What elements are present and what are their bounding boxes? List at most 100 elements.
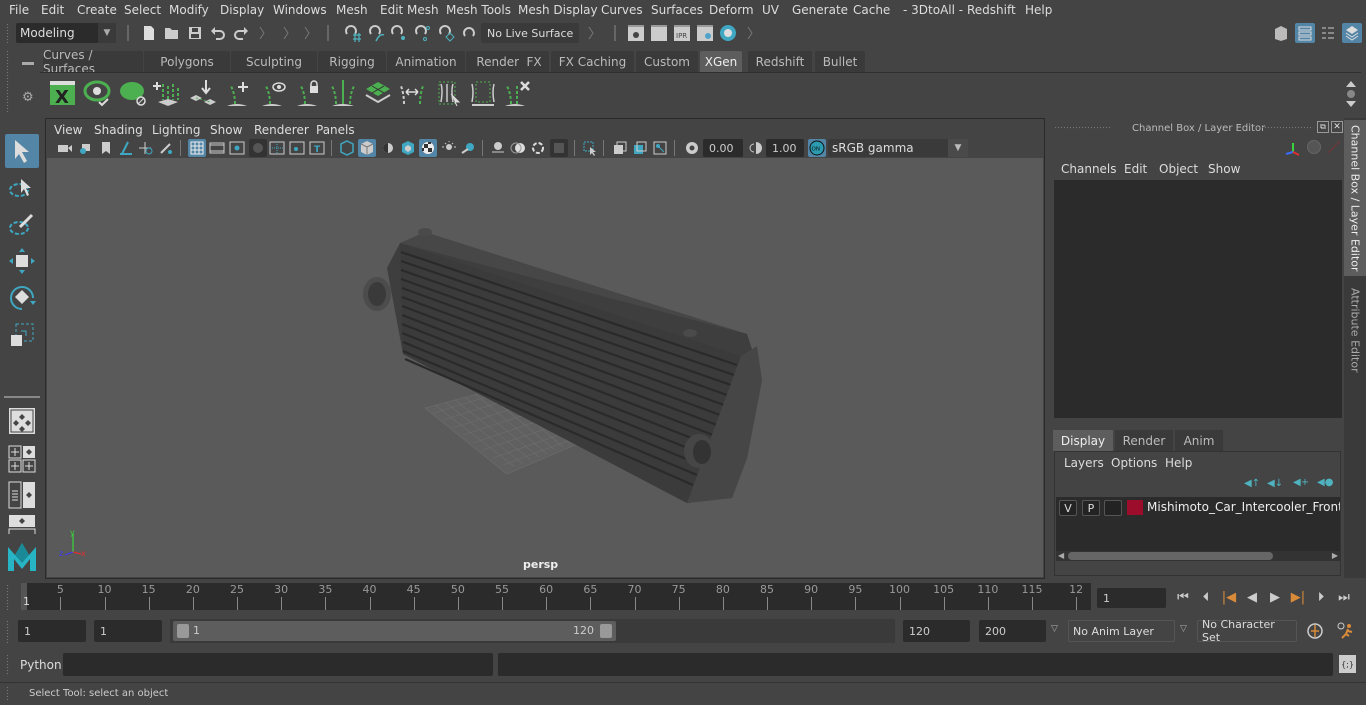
outliner-persp-layout-icon[interactable] xyxy=(5,478,39,512)
layer-color-swatch[interactable] xyxy=(1127,500,1143,515)
menu-help[interactable]: Help xyxy=(1025,3,1052,17)
gamma-field[interactable]: 1.00 xyxy=(766,139,804,157)
lasso-tool-icon[interactable] xyxy=(5,172,39,206)
new-scene-icon[interactable] xyxy=(140,24,158,42)
shelf-tab-fx[interactable]: FX xyxy=(519,51,549,72)
gate-mask-icon[interactable] xyxy=(249,139,267,157)
exposure-field[interactable]: 0.00 xyxy=(703,139,743,157)
xgen-editor-icon[interactable]: X xyxy=(48,78,78,108)
channels-menu[interactable]: Channels xyxy=(1061,162,1117,176)
render-current-frame-icon[interactable] xyxy=(627,24,645,42)
shelf-tab-custom[interactable]: Custom xyxy=(636,51,698,72)
shelf-tab-fx-caching[interactable]: FX Caching xyxy=(551,51,634,72)
channel-box-toggle-icon[interactable] xyxy=(1342,23,1362,43)
drag-handle[interactable] xyxy=(1054,126,1112,130)
collapse-arrow[interactable] xyxy=(258,25,266,41)
live-surface-field[interactable]: No Live Surface xyxy=(481,23,579,43)
motion-blur-icon[interactable] xyxy=(510,140,526,156)
shelf-scroll[interactable] xyxy=(1345,80,1357,108)
anim-layer-select[interactable]: No Anim Layer xyxy=(1068,620,1175,642)
textured-icon[interactable] xyxy=(419,139,437,157)
menu-3dtoall[interactable]: - 3DtoAll - xyxy=(903,3,963,17)
go-to-start-icon[interactable]: ⏮ xyxy=(1174,588,1192,606)
ipr-icon[interactable]: IPR xyxy=(673,24,691,42)
save-scene-icon[interactable] xyxy=(186,24,204,42)
menu-mesh-display[interactable]: Mesh Display xyxy=(518,3,598,17)
go-to-end-icon[interactable]: ⏭ xyxy=(1335,588,1353,606)
panel-menu-view[interactable]: View xyxy=(54,123,82,137)
make-live-icon[interactable] xyxy=(460,24,478,42)
drag-handle[interactable] xyxy=(6,654,10,676)
shelf-tab-bullet[interactable]: Bullet xyxy=(815,51,865,72)
step-back-frame-icon[interactable]: ⏴ xyxy=(1197,588,1215,606)
step-forward-key-icon[interactable]: ▶| xyxy=(1289,588,1307,606)
play-forwards-icon[interactable]: ▶ xyxy=(1266,588,1284,606)
grid-toggle-icon[interactable] xyxy=(188,139,206,157)
move-layer-up-icon[interactable]: ◀↑ xyxy=(1244,478,1260,489)
gamma-icon[interactable] xyxy=(747,140,763,156)
menu-create[interactable]: Create xyxy=(77,3,117,17)
attribute-editor-toggle-icon[interactable] xyxy=(1295,23,1315,43)
panel-menu-panels[interactable]: Panels xyxy=(316,123,355,137)
float-panel-icon[interactable]: ⧉ xyxy=(1317,121,1329,133)
menu-edit-mesh[interactable]: Edit Mesh xyxy=(380,3,439,17)
new-layer-selected-icon[interactable]: ◀● xyxy=(1317,477,1333,488)
delete-guide-icon[interactable] xyxy=(503,78,533,108)
render-settings-icon[interactable] xyxy=(696,24,714,42)
layer-row[interactable]: V P Mishimoto_Car_Intercooler_Front_Sid xyxy=(1056,497,1340,519)
menu-deform[interactable]: Deform xyxy=(709,3,754,17)
shelf-tab-polygons[interactable]: Polygons xyxy=(144,51,230,72)
side-tab-channel-box[interactable]: Channel Box / Layer Editor xyxy=(1344,120,1366,276)
sculpt-guide-icon[interactable] xyxy=(433,78,463,108)
four-view-layout-icon[interactable] xyxy=(5,442,39,476)
create-description-icon[interactable] xyxy=(153,78,183,108)
layer-list-scrollbar[interactable]: ◀ ▶ xyxy=(1056,551,1340,561)
layer-name[interactable]: Mishimoto_Car_Intercooler_Front_Sid xyxy=(1147,500,1340,514)
menu-cache[interactable]: Cache xyxy=(853,3,890,17)
field-chart-icon[interactable] xyxy=(269,140,285,156)
film-gate-icon[interactable] xyxy=(209,140,225,156)
layer-playback-toggle[interactable]: P xyxy=(1082,500,1100,516)
menu-uv[interactable]: UV xyxy=(762,3,779,17)
snap-to-curve-icon[interactable] xyxy=(367,24,385,42)
end-time-field[interactable]: 200 xyxy=(979,620,1046,642)
breakdown-icon[interactable] xyxy=(1327,140,1341,157)
patch-icon[interactable] xyxy=(363,78,393,108)
snap-to-live-surface-icon[interactable] xyxy=(437,24,455,42)
single-perspective-layout-icon[interactable] xyxy=(5,404,39,438)
redo-icon[interactable] xyxy=(232,24,250,42)
bookmarks-icon[interactable] xyxy=(98,140,114,156)
tool-settings-toggle-icon[interactable] xyxy=(1319,24,1337,42)
wireframe-on-shaded-icon[interactable] xyxy=(400,140,416,156)
persp-graph-layout-icon[interactable] xyxy=(5,514,39,534)
drag-handle[interactable] xyxy=(6,584,10,610)
shelf-tab-sculpting[interactable]: Sculpting xyxy=(231,51,317,72)
collapse-arrow[interactable] xyxy=(746,25,754,41)
collapse-arrow[interactable] xyxy=(303,25,311,41)
current-frame-field[interactable]: 1 xyxy=(1097,588,1166,608)
grease-pencil-icon[interactable] xyxy=(158,140,174,156)
anim-layer-dropdown-icon[interactable]: ▽ xyxy=(1051,624,1058,634)
auto-key-icon[interactable] xyxy=(1306,622,1324,643)
shelf-tab-animation[interactable]: Animation xyxy=(387,51,465,72)
new-layer-icon[interactable]: ◀+ xyxy=(1293,477,1309,488)
drag-handle[interactable] xyxy=(6,50,10,114)
collapse-arrow[interactable] xyxy=(282,25,290,41)
screen-space-ao-icon[interactable] xyxy=(490,140,506,156)
script-editor-icon[interactable]: {;} xyxy=(1339,655,1356,673)
panel-menu-lighting[interactable]: Lighting xyxy=(152,123,201,137)
image-plane-icon[interactable] xyxy=(118,140,134,156)
step-back-key-icon[interactable]: |◀ xyxy=(1220,588,1238,606)
shelf-tab-rigging[interactable]: Rigging xyxy=(318,51,386,72)
add-guide-icon[interactable] xyxy=(223,78,253,108)
layer-tab-display[interactable]: Display xyxy=(1053,430,1113,451)
preview-icon[interactable] xyxy=(83,78,113,108)
key-indicator-icon[interactable] xyxy=(1307,140,1321,154)
layer-tab-anim[interactable]: Anim xyxy=(1175,430,1223,451)
menu-file[interactable]: File xyxy=(9,3,29,17)
select-camera-icon[interactable] xyxy=(57,140,73,156)
show-guide-icon[interactable] xyxy=(258,78,288,108)
safe-action-icon[interactable] xyxy=(289,140,305,156)
object-menu[interactable]: Object xyxy=(1159,162,1198,176)
rebuild-guide-icon[interactable] xyxy=(398,78,428,108)
